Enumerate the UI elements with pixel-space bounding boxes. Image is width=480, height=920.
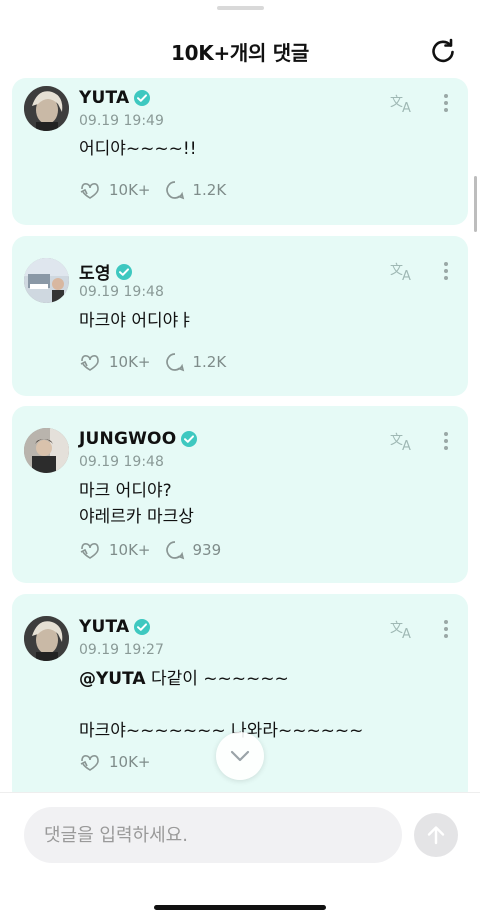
verified-badge-icon [181,431,198,447]
reply-count: 1.2K [192,181,227,199]
translate-icon[interactable]: 文A [390,430,416,452]
svg-text:A: A [402,269,411,282]
translate-icon[interactable]: 文A [390,92,416,114]
comment-card: 도영 09.19 19:48 마크야 어디야ㅑ 10K+ 1.2K 文A [12,236,468,396]
home-indicator [154,905,326,910]
more-options-icon[interactable] [438,430,454,452]
more-options-icon[interactable] [438,92,454,114]
more-options-icon[interactable] [438,260,454,282]
like-count: 10K+ [109,181,151,199]
avatar[interactable] [24,86,69,131]
heart-hands-icon [80,355,99,371]
like-count: 10K+ [109,541,151,559]
verified-badge-icon [134,90,151,106]
refresh-icon[interactable] [428,36,458,66]
reply-button[interactable]: 1.2K [165,352,227,372]
svg-text:A: A [402,439,411,452]
speech-bubble-icon [165,181,184,200]
comments-screen: 10K+개의 댓글 YUTA 09.19 19:49 어디야~~~~!! 10K… [0,0,480,920]
like-count: 10K+ [109,353,151,371]
comment-stats: 10K+ 939 [79,540,235,560]
more-options-icon[interactable] [438,618,454,640]
like-button[interactable]: 10K+ [79,180,151,200]
send-button[interactable] [414,813,458,857]
svg-text:A: A [402,101,411,114]
avatar[interactable] [24,428,69,473]
like-count: 10K+ [109,753,151,771]
comment-composer [0,792,480,920]
comments-header: 10K+개의 댓글 [0,24,480,78]
comment-stats: 10K+ 1.2K [79,180,240,200]
comment-card: JUNGWOO 09.19 19:48 마크 어디야? 야레르카 마크상 10K… [12,406,468,583]
sheet-drag-handle[interactable] [217,6,264,10]
comment-card: YUTA 09.19 19:49 어디야~~~~!! 10K+ 1.2K 文A [12,78,468,225]
comment-time: 09.19 19:27 [79,642,164,658]
reply-count: 939 [192,541,222,559]
comment-time: 09.19 19:48 [79,284,164,300]
scroll-down-button[interactable] [216,732,264,780]
like-button[interactable]: 10K+ [79,352,151,372]
comment-input[interactable] [24,807,402,863]
verified-badge-icon [134,619,151,635]
comment-author[interactable]: 도영 [79,259,111,284]
arrow-up-icon [427,826,445,845]
speech-bubble-icon [165,353,184,372]
mention-link[interactable]: @YUTA [79,669,146,689]
avatar[interactable] [24,258,69,303]
avatar[interactable] [24,616,69,661]
comment-author[interactable]: JUNGWOO [79,429,176,449]
comment-author[interactable]: YUTA [79,88,129,108]
translate-icon[interactable]: 文A [390,618,416,640]
speech-bubble-icon [165,541,184,560]
heart-hands-icon [80,755,99,771]
chevron-down-icon [230,750,250,762]
verified-badge-icon [115,263,132,280]
translate-icon[interactable]: 文A [390,260,416,282]
heart-hands-icon [80,183,99,199]
comment-text: 어디야~~~~!! [79,139,197,159]
comment-time: 09.19 19:49 [79,113,164,129]
comment-author[interactable]: YUTA [79,617,129,637]
comment-list[interactable]: YUTA 09.19 19:49 어디야~~~~!! 10K+ 1.2K 文A [0,78,480,792]
comment-text: 마크 어디야? 야레르카 마크상 [79,481,194,527]
page-title: 10K+개의 댓글 [171,40,309,65]
like-button[interactable]: 10K+ [79,540,151,560]
comment-stats: 10K+ [79,752,165,772]
comment-text: @YUTA 다같이 ~~~~~~ 마크야~~~~~~~ 나와라~~~~~~ [79,666,363,744]
heart-hands-icon [80,543,99,559]
comment-text: 마크야 어디야ㅑ [79,311,194,331]
comment-stats: 10K+ 1.2K [79,352,240,372]
reply-button[interactable]: 939 [165,540,222,560]
svg-text:A: A [402,627,411,640]
like-button[interactable]: 10K+ [79,752,151,772]
reply-count: 1.2K [192,353,227,371]
comment-time: 09.19 19:48 [79,454,164,470]
reply-button[interactable]: 1.2K [165,180,227,200]
scrollbar[interactable] [474,176,477,232]
